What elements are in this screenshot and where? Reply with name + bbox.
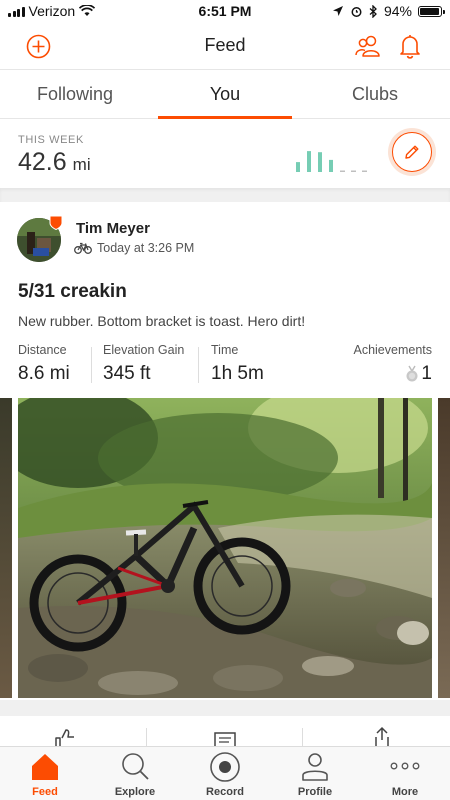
bell-icon[interactable] bbox=[399, 33, 421, 59]
section-divider bbox=[0, 188, 450, 202]
activity-title[interactable]: 5/31 creakin bbox=[18, 281, 127, 303]
battery-fill bbox=[420, 7, 439, 15]
page-title: Feed bbox=[204, 35, 246, 55]
week-day-bar bbox=[329, 159, 333, 172]
athlete-name[interactable]: Tim Meyer bbox=[76, 220, 150, 237]
activity-meta: Today at 3:26 PM bbox=[74, 241, 194, 255]
home-icon bbox=[32, 754, 58, 780]
week-distance-value: 42.6 bbox=[18, 148, 67, 176]
stat-value: 8.6 mi bbox=[18, 363, 70, 384]
share-icon[interactable] bbox=[372, 726, 392, 748]
tab-label: Profile bbox=[297, 786, 333, 798]
person-icon bbox=[302, 753, 328, 781]
nav-bar: Feed bbox=[0, 22, 450, 70]
tab-more[interactable]: More bbox=[360, 747, 450, 800]
week-distance: 42.6 mi bbox=[18, 148, 91, 177]
section-divider bbox=[0, 700, 450, 716]
achievements-count: 1 bbox=[421, 363, 432, 384]
tab-profile[interactable]: Profile bbox=[270, 747, 360, 800]
battery-icon bbox=[418, 5, 445, 17]
stat-time: Time 1h 5m bbox=[211, 343, 264, 385]
medal-icon bbox=[406, 365, 418, 382]
week-day-empty bbox=[351, 170, 356, 172]
stat-divider bbox=[198, 347, 199, 383]
stat-value: 345 ft bbox=[103, 363, 151, 384]
premium-badge-icon bbox=[49, 215, 63, 230]
tab-label: Feed bbox=[32, 786, 58, 798]
tab-following[interactable]: Following bbox=[0, 71, 150, 118]
alarm-icon bbox=[351, 6, 362, 17]
stat-label: Achievements bbox=[353, 343, 432, 357]
activity-actions bbox=[0, 716, 450, 750]
stat-elevation-gain: Elevation Gain 345 ft bbox=[103, 343, 184, 385]
previous-photo-peek[interactable] bbox=[0, 398, 12, 698]
stat-distance: Distance 8.6 mi bbox=[18, 343, 70, 385]
week-day-bar bbox=[307, 151, 311, 172]
weekly-summary[interactable]: THIS WEEK 42.6 mi bbox=[0, 120, 450, 188]
activity-time: Today at 3:26 PM bbox=[97, 241, 195, 255]
tab-clubs[interactable]: Clubs bbox=[300, 71, 450, 118]
tab-label: More bbox=[391, 786, 419, 798]
activity-photo[interactable] bbox=[18, 398, 432, 698]
stat-achievements[interactable]: Achievements 1 bbox=[353, 343, 432, 385]
week-label: THIS WEEK bbox=[18, 134, 84, 146]
like-icon[interactable] bbox=[54, 728, 78, 748]
activity-stats: Distance 8.6 mi Elevation Gain 345 ft Ti… bbox=[18, 343, 432, 387]
bike-icon bbox=[74, 242, 92, 254]
tab-label: Explore bbox=[114, 786, 156, 798]
search-icon bbox=[122, 753, 149, 780]
record-icon bbox=[210, 752, 240, 782]
stat-value: 1h 5m bbox=[211, 363, 264, 384]
location-icon bbox=[332, 6, 343, 16]
week-day-bar bbox=[296, 162, 300, 172]
bottom-tab-bar: Feed Explore Record Profile More bbox=[0, 746, 450, 800]
week-day-bar bbox=[318, 152, 322, 172]
stat-label: Distance bbox=[18, 343, 67, 357]
activity-description: New rubber. Bottom bracket is toast. Her… bbox=[18, 313, 306, 329]
pencil-icon bbox=[405, 145, 419, 159]
next-photo-peek[interactable] bbox=[438, 398, 450, 698]
week-day-empty bbox=[362, 170, 367, 172]
athletes-icon[interactable] bbox=[354, 34, 382, 58]
status-bar: Verizon 6:51 PM 94% bbox=[0, 0, 450, 22]
battery-percent: 94% bbox=[383, 3, 412, 19]
week-distance-unit: mi bbox=[72, 155, 91, 174]
edit-goal-button[interactable] bbox=[392, 132, 432, 172]
stat-label: Elevation Gain bbox=[103, 343, 185, 357]
stat-label: Time bbox=[211, 343, 239, 357]
bluetooth-icon bbox=[369, 4, 377, 18]
tab-you[interactable]: You bbox=[150, 71, 300, 119]
more-icon bbox=[390, 762, 420, 770]
tab-label: Record bbox=[206, 786, 244, 798]
week-day-empty bbox=[340, 170, 345, 172]
stat-divider bbox=[91, 347, 92, 383]
week-activity-bars bbox=[296, 151, 367, 172]
feed-tabs: Following You Clubs bbox=[0, 71, 450, 119]
tab-feed[interactable]: Feed bbox=[0, 747, 90, 800]
tab-record[interactable]: Record bbox=[180, 747, 270, 800]
tab-explore[interactable]: Explore bbox=[90, 747, 180, 800]
